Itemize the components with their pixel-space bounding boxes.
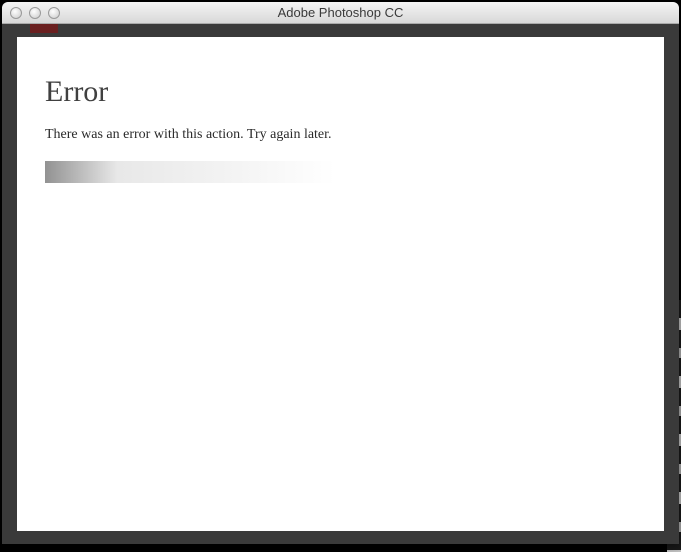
content-wrap: Error There was an error with this actio… <box>2 37 679 544</box>
dialog-window: Adobe Photoshop CC Error There was an er… <box>2 2 679 544</box>
close-icon[interactable] <box>10 7 22 19</box>
maximize-icon[interactable] <box>48 7 60 19</box>
titlebar[interactable]: Adobe Photoshop CC <box>2 2 679 24</box>
placeholder-bar <box>45 161 335 183</box>
window-chrome-band <box>2 24 679 37</box>
window-title: Adobe Photoshop CC <box>2 5 679 20</box>
error-heading: Error <box>45 75 636 109</box>
traffic-lights <box>2 7 60 19</box>
error-message: There was an error with this action. Try… <box>45 127 636 143</box>
minimize-icon[interactable] <box>29 7 41 19</box>
accent-strip <box>30 24 58 33</box>
dialog-content: Error There was an error with this actio… <box>17 37 664 531</box>
